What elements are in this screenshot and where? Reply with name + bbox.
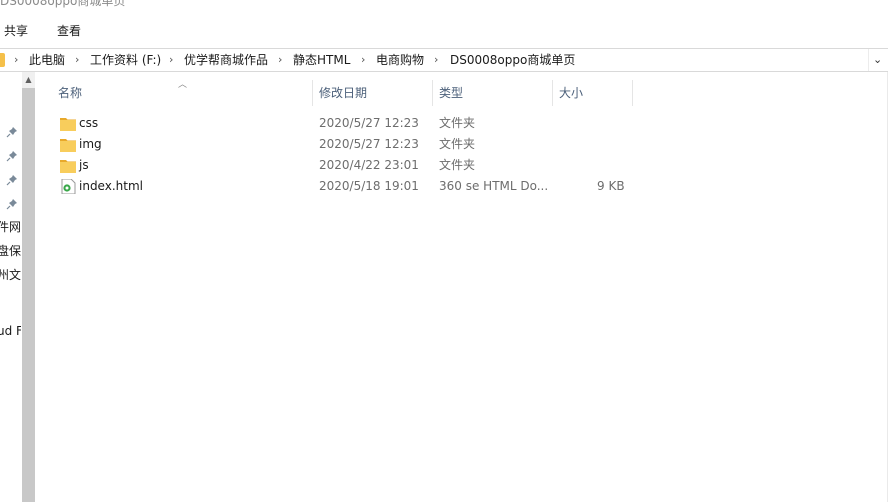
chevron-right-icon[interactable]: › — [14, 49, 18, 71]
folder-icon — [60, 139, 76, 152]
file-modified: 2020/5/27 12:23 — [319, 137, 419, 151]
file-row[interactable]: js 2020/4/22 23:01 文件夹 — [52, 155, 652, 176]
nav-item[interactable]: 件网盘 — [0, 219, 21, 235]
crumb-drive-f[interactable]: 工作资料 (F:) — [90, 49, 161, 71]
file-modified: 2020/5/27 12:23 — [319, 116, 419, 130]
folder-icon — [60, 118, 76, 131]
chevron-right-icon[interactable]: › — [361, 49, 365, 71]
file-modified: 2020/5/18 19:01 — [319, 179, 419, 193]
crumb-youxuebang[interactable]: 优学帮商城作品 — [184, 49, 268, 71]
file-row[interactable]: index.html 2020/5/18 19:01 360 se HTML D… — [52, 176, 652, 197]
nav-item[interactable]: ud F — [0, 323, 21, 339]
nav-item[interactable]: 州文 — [0, 267, 21, 283]
pin-icon[interactable] — [6, 174, 18, 186]
column-header-row: ︿ 名称 修改日期 类型 大小 — [0, 80, 888, 106]
file-type: 文件夹 — [439, 137, 476, 151]
file-row[interactable]: css 2020/5/27 12:23 文件夹 — [52, 113, 652, 134]
html-file-icon — [61, 179, 76, 194]
folder-icon — [60, 160, 76, 173]
column-divider[interactable] — [432, 80, 433, 106]
address-bar[interactable]: › 此电脑 › 工作资料 (F:) › 优学帮商城作品 › 静态HTML › 电… — [0, 48, 888, 72]
address-history-dropdown[interactable]: ⌄ — [868, 49, 888, 71]
crumb-this-pc[interactable]: 此电脑 — [29, 49, 65, 71]
chevron-right-icon[interactable]: › — [75, 49, 79, 71]
pin-icon[interactable] — [6, 126, 18, 138]
column-divider[interactable] — [552, 80, 553, 106]
nav-item[interactable]: 盘保护 — [0, 243, 21, 259]
chevron-right-icon[interactable]: › — [278, 49, 282, 71]
column-header-type[interactable]: 类型 — [439, 80, 463, 106]
crumb-current-folder[interactable]: DS0008oppo商城单页 — [450, 49, 575, 71]
tab-share[interactable]: 共享 — [4, 22, 28, 40]
file-name: css — [79, 116, 99, 130]
pin-icon[interactable] — [6, 198, 18, 210]
file-size: 9 KB — [597, 179, 625, 193]
column-divider[interactable] — [312, 80, 313, 106]
column-divider[interactable] — [632, 80, 633, 106]
column-header-name[interactable]: 名称 — [58, 80, 82, 106]
file-type: 360 se HTML Do... — [439, 179, 549, 193]
chevron-right-icon[interactable]: › — [434, 49, 438, 71]
chevron-right-icon[interactable]: › — [169, 49, 173, 71]
file-type: 文件夹 — [439, 158, 476, 172]
sort-ascending-icon: ︿ — [178, 80, 188, 90]
file-row[interactable]: img 2020/5/27 12:23 文件夹 — [52, 134, 652, 155]
tab-view[interactable]: 查看 — [57, 22, 81, 40]
window-title: DS0008oppo商城单页 — [0, 0, 126, 8]
file-type: 文件夹 — [439, 116, 476, 130]
folder-icon — [0, 53, 5, 67]
file-name: index.html — [79, 179, 143, 193]
crumb-static-html[interactable]: 静态HTML — [293, 49, 350, 71]
file-name: js — [79, 158, 89, 172]
crumb-ecommerce[interactable]: 电商购物 — [376, 49, 424, 71]
column-header-modified[interactable]: 修改日期 — [319, 80, 367, 106]
chevron-down-icon: ⌄ — [873, 53, 883, 66]
pin-icon[interactable] — [6, 150, 18, 162]
nav-scrollbar[interactable] — [22, 88, 35, 502]
column-header-size[interactable]: 大小 — [559, 80, 583, 106]
file-modified: 2020/4/22 23:01 — [319, 158, 419, 172]
file-name: img — [79, 137, 102, 151]
